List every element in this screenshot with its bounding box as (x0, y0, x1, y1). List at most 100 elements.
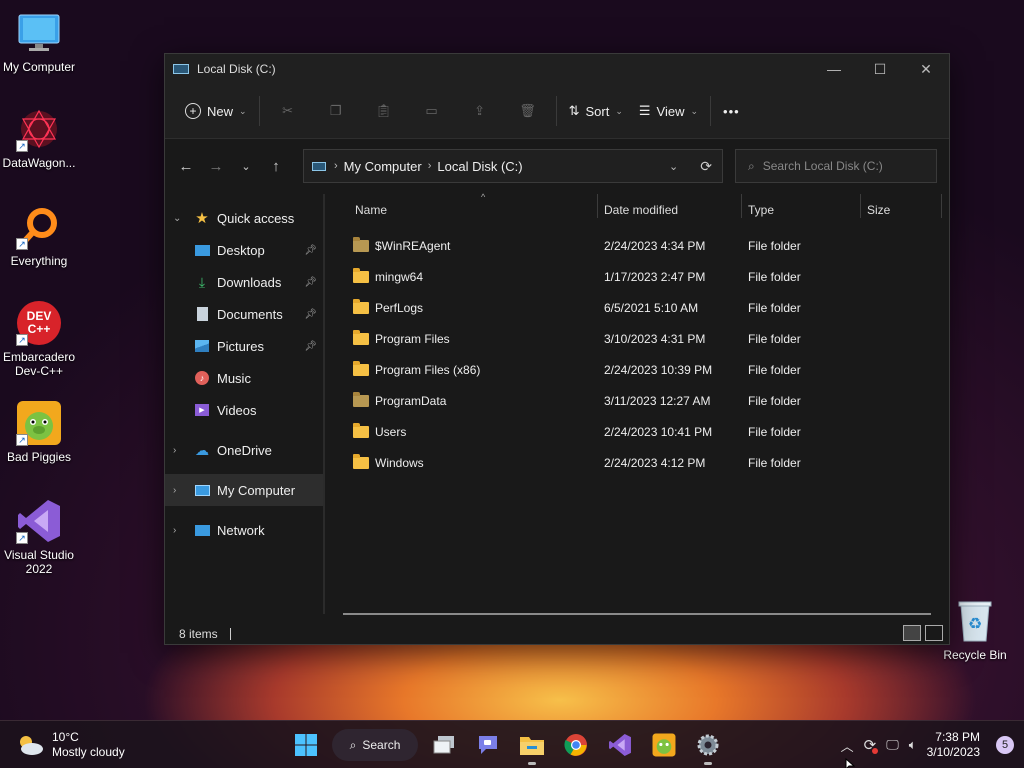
address-bar[interactable]: › My Computer › Local Disk (C:) ⌄ ⟳ (303, 149, 723, 183)
download-icon: ⤓ (198, 273, 206, 290)
settings-taskbar-button[interactable] (686, 727, 730, 765)
arrow-up-icon: ↑ (272, 157, 280, 175)
close-button[interactable]: ✕ (903, 54, 949, 84)
nav-music[interactable]: ♪ Music (165, 362, 323, 394)
nav-network[interactable]: › Network (165, 514, 323, 546)
notification-badge[interactable]: 5 (996, 736, 1014, 754)
sort-button[interactable]: ⇅ Sort ⌄ (561, 94, 631, 128)
desktop-icon-my-computer[interactable]: My Computer (0, 10, 78, 74)
taskbar-search-button[interactable]: ⌕ Search (332, 729, 418, 761)
volume-icon[interactable]: 🔈︎ (909, 737, 917, 753)
nav-onedrive[interactable]: › ☁ OneDrive (165, 434, 323, 466)
file-row[interactable]: Windows 2/24/2023 4:12 PM File folder (335, 447, 945, 478)
breadcrumb-local-disk[interactable]: Local Disk (C:) (437, 159, 522, 174)
file-row[interactable]: mingw64 1/17/2023 2:47 PM File folder (335, 261, 945, 292)
column-header-date[interactable]: Date modified (598, 194, 741, 226)
refresh-icon[interactable]: ⟳ (700, 158, 712, 175)
breadcrumb-my-computer[interactable]: My Computer (344, 159, 422, 174)
bad-piggies-taskbar-button[interactable] (642, 727, 686, 763)
pin-icon[interactable]: 📌︎ (304, 341, 317, 352)
nav-my-computer[interactable]: › My Computer (165, 474, 323, 506)
teams-chat-button[interactable] (466, 727, 510, 763)
nav-desktop[interactable]: Desktop 📌︎ (165, 234, 323, 266)
view-lines-icon: ☰ (638, 103, 651, 118)
column-divider[interactable] (941, 194, 942, 218)
desktop-icon-devcpp[interactable]: DEV C++ ↗ Embarcadero Dev-C++ (0, 300, 78, 378)
file-row[interactable]: Program Files (x86) 2/24/2023 10:39 PM Fil… (335, 354, 945, 385)
pin-icon[interactable]: 📌︎ (304, 245, 317, 256)
desktop-icon-everything[interactable]: ↗ Everything (0, 204, 78, 268)
search-box[interactable]: ⌕ Search Local Disk (C:) (735, 149, 937, 183)
bad-piggies-icon (652, 733, 676, 757)
pin-icon[interactable]: 📌︎ (304, 309, 317, 320)
desktop-icon-datawagon[interactable]: ↗ DataWagon... (0, 106, 78, 170)
drive-icon (173, 64, 189, 74)
file-name: Program Files (375, 331, 450, 346)
delete-button[interactable]: 🗑︎ (504, 94, 552, 128)
file-date: 1/17/2023 2:47 PM (604, 269, 706, 284)
chrome-icon (564, 734, 587, 756)
column-header-size[interactable]: Size (861, 194, 941, 226)
more-options-button[interactable]: ••• (715, 94, 748, 128)
desktop-icon-visual-studio[interactable]: ↗ Visual Studio 2022 (0, 498, 78, 576)
show-hidden-icons-button[interactable]: ︿ (841, 736, 854, 755)
address-dropdown-icon[interactable]: ⌄ (669, 160, 678, 173)
chrome-button[interactable] (554, 727, 598, 763)
sort-icon: ⇅ (568, 103, 580, 118)
pane-splitter[interactable] (323, 194, 325, 614)
maximize-button[interactable]: ☐ (857, 54, 903, 84)
file-row[interactable]: ProgramData 3/11/2023 12:27 AM File folder (335, 385, 945, 416)
weather-widget[interactable]: 10°C Mostly cloudy (16, 730, 125, 760)
new-button[interactable]: + New ⌄ (177, 94, 255, 128)
desktop-icon-bad-piggies[interactable]: ↗ Bad Piggies (0, 400, 78, 464)
search-icon: ⌕ (748, 158, 755, 173)
nav-quick-access[interactable]: ⌄ ★ Quick access (165, 202, 323, 234)
nav-pictures[interactable]: Pictures 📌︎ (165, 330, 323, 362)
nav-downloads[interactable]: ⤓ Downloads 📌︎ (165, 266, 323, 298)
nav-label: Documents (217, 306, 283, 322)
recent-locations-button[interactable]: ⌄ (231, 160, 261, 173)
horizontal-scrollbar[interactable] (343, 613, 931, 615)
chevron-right-icon[interactable]: › (173, 525, 187, 536)
shortcut-arrow-icon: ↗ (16, 238, 28, 250)
up-button[interactable]: ↑ (261, 158, 291, 175)
column-header-name[interactable]: Name ^ (349, 192, 599, 226)
visual-studio-taskbar-button[interactable] (598, 727, 642, 763)
file-row[interactable]: PerfLogs 6/5/2021 5:10 AM File folder (335, 292, 945, 323)
paste-button[interactable]: 📋︎ (360, 94, 408, 128)
copy-button[interactable]: ❐ (312, 94, 360, 128)
desktop-icon-label: Bad Piggies (6, 450, 72, 464)
title-bar[interactable]: Local Disk (C:) — ☐ ✕ (165, 54, 949, 84)
status-divider (229, 628, 231, 640)
chevron-right-icon[interactable]: › (173, 485, 187, 496)
folder-icon (353, 453, 369, 469)
share-button[interactable]: ⇪ (456, 94, 504, 128)
chevron-down-icon[interactable]: ⌄ (173, 213, 187, 224)
cut-button[interactable]: ✂ (264, 94, 312, 128)
file-row[interactable]: Users 2/24/2023 10:41 PM File folder (335, 416, 945, 447)
minimize-button[interactable]: — (811, 54, 857, 84)
forward-button[interactable]: → (201, 158, 231, 175)
view-button[interactable]: ☰ View ⌄ (631, 94, 706, 128)
file-row[interactable]: $WinREAgent 2/24/2023 4:34 PM File folder (335, 230, 945, 261)
network-status-icon[interactable]: 🖵︎ (886, 737, 899, 753)
pin-icon[interactable]: 📌︎ (304, 277, 317, 288)
column-header-type[interactable]: Type (742, 194, 860, 226)
document-icon (193, 306, 211, 322)
file-name: Program Files (x86) (375, 362, 481, 377)
nav-videos[interactable]: ▶ Videos (165, 394, 323, 426)
back-button[interactable]: ← (171, 158, 201, 175)
start-button[interactable] (284, 727, 328, 763)
search-placeholder: Search Local Disk (C:) (762, 159, 883, 173)
nav-documents[interactable]: Documents 📌︎ (165, 298, 323, 330)
sync-alert-icon[interactable]: ⟳ (864, 736, 879, 754)
file-explorer-taskbar-button[interactable] (510, 727, 554, 765)
clock[interactable]: 7:38 PM 3/10/2023 (927, 730, 980, 760)
file-row[interactable]: Program Files 3/10/2023 4:31 PM File folde… (335, 323, 945, 354)
details-view-button[interactable] (903, 625, 921, 641)
tiles-view-button[interactable] (925, 625, 943, 641)
file-list: Name ^ Date modified Type Size $WinREAge… (335, 192, 945, 478)
chevron-right-icon[interactable]: › (173, 445, 187, 456)
task-view-button[interactable] (422, 727, 466, 763)
rename-button[interactable]: ▭ (408, 94, 456, 128)
